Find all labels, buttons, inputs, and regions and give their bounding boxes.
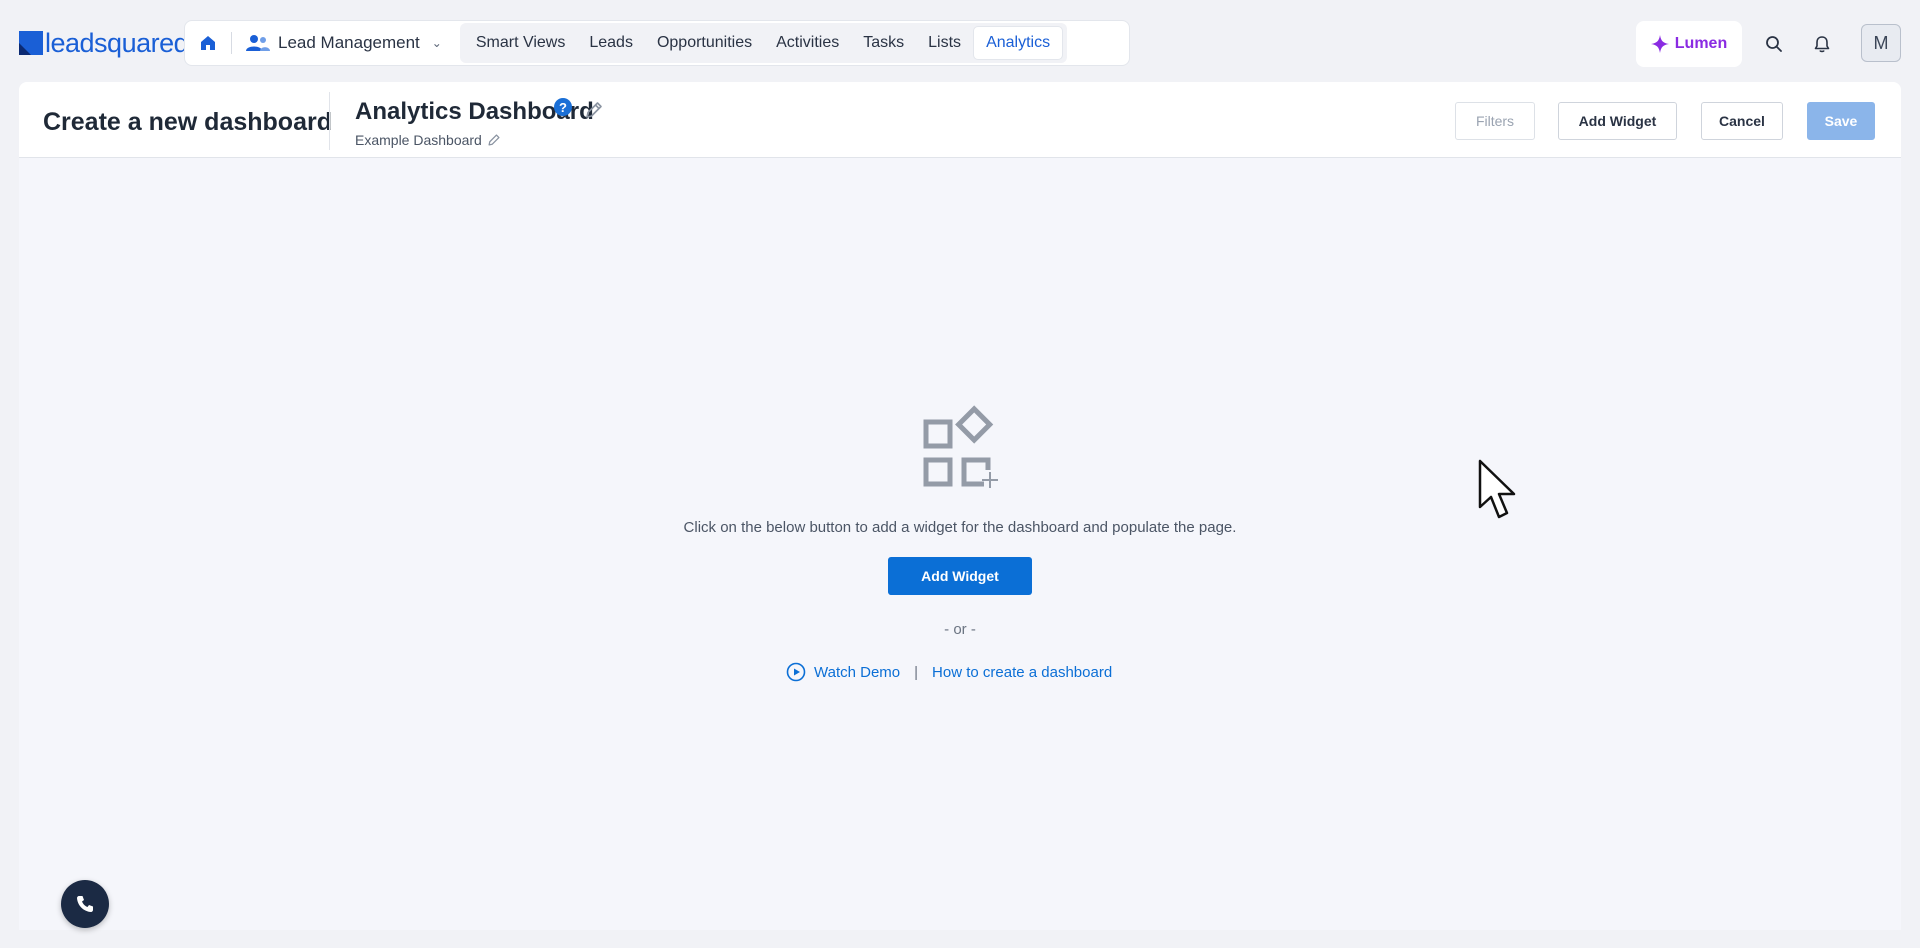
user-avatar[interactable]: M [1861, 24, 1901, 62]
cancel-button[interactable]: Cancel [1701, 102, 1783, 140]
main-nav: Lead Management ⌄ Smart Views Leads Oppo… [184, 20, 1130, 66]
top-navigation: leadsquared Lead Management ⌄ Smart View… [0, 0, 1920, 82]
logo-text: leadsquared [45, 28, 189, 58]
search-button[interactable] [1758, 28, 1790, 60]
dashboard-header: Create a new dashboard Analytics Dashboa… [19, 82, 1901, 158]
nav-divider [231, 32, 232, 54]
empty-state-message: Click on the below button to add a widge… [683, 519, 1237, 536]
dashboard-subtitle: Example Dashboard [355, 132, 482, 148]
play-circle-icon[interactable] [786, 662, 806, 682]
phone-icon [77, 896, 93, 912]
bell-icon [1814, 36, 1830, 53]
phone-call-button[interactable] [61, 880, 109, 928]
dashboard-panel: Create a new dashboard Analytics Dashboa… [19, 82, 1901, 930]
help-icon[interactable]: ? [554, 98, 572, 116]
tab-lists[interactable]: Lists [916, 26, 973, 60]
lumen-button[interactable]: Lumen [1636, 21, 1742, 67]
add-widget-button[interactable]: Add Widget [888, 557, 1032, 595]
save-button[interactable]: Save [1807, 102, 1875, 140]
add-widget-header-button[interactable]: Add Widget [1558, 102, 1677, 140]
tab-analytics[interactable]: Analytics [973, 26, 1064, 60]
chevron-down-icon: ⌄ [431, 36, 442, 50]
leadsquared-logo[interactable]: leadsquared [19, 28, 189, 58]
module-switcher[interactable]: Lead Management ⌄ [244, 23, 452, 63]
notifications-button[interactable] [1806, 28, 1838, 60]
watch-demo-link[interactable]: Watch Demo [814, 664, 900, 681]
link-separator: | [914, 663, 919, 681]
help-links: Watch Demo | How to create a dashboard [786, 662, 1112, 682]
home-button[interactable] [185, 21, 231, 65]
cursor-icon [1478, 459, 1516, 519]
search-icon [1766, 36, 1782, 52]
widgets-icon [923, 405, 998, 488]
module-label: Lead Management [278, 33, 420, 52]
header-divider [329, 92, 330, 150]
users-icon [246, 35, 270, 51]
tab-activities[interactable]: Activities [764, 26, 851, 60]
pencil-icon[interactable] [584, 100, 604, 120]
tab-tasks[interactable]: Tasks [851, 26, 916, 60]
tab-leads[interactable]: Leads [577, 26, 645, 60]
logo-mark-icon [19, 31, 43, 55]
how-to-create-link[interactable]: How to create a dashboard [932, 664, 1112, 681]
home-icon [201, 36, 215, 50]
lumen-label: Lumen [1674, 35, 1728, 52]
page-title: Create a new dashboard [43, 108, 332, 136]
or-divider-text: - or - [944, 621, 976, 638]
sparkle-icon [1650, 35, 1669, 53]
nav-tabs: Smart Views Leads Opportunities Activiti… [459, 23, 1068, 63]
pencil-icon[interactable] [487, 133, 501, 147]
filters-button[interactable]: Filters [1455, 102, 1535, 140]
tab-opportunities[interactable]: Opportunities [645, 26, 764, 60]
tab-smart-views[interactable]: Smart Views [464, 26, 578, 60]
